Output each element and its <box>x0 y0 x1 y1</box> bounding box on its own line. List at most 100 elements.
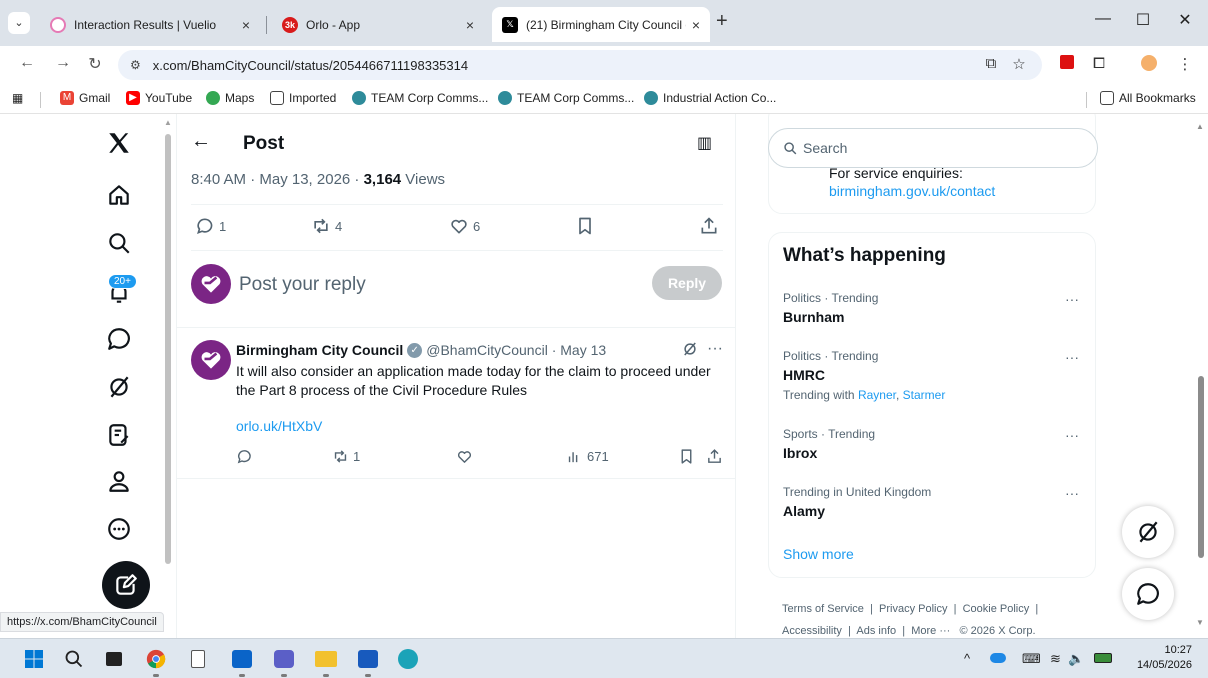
grok-floating-button[interactable] <box>1122 506 1174 558</box>
profile-avatar-icon[interactable] <box>1138 55 1160 75</box>
messages-floating-button[interactable] <box>1122 568 1174 620</box>
reload-icon[interactable]: ↻ <box>84 54 106 74</box>
footer-link[interactable]: Ads info <box>856 625 896 637</box>
back-icon[interactable]: ← <box>16 54 38 72</box>
trend-item[interactable]: Trending in United Kingdom Alamy ··· <box>783 485 1083 519</box>
bookmark-action[interactable] <box>575 216 599 236</box>
install-app-icon[interactable]: ⧉ <box>980 55 1002 72</box>
grok-icon[interactable] <box>104 372 134 402</box>
volume-icon[interactable]: 🔈 <box>1068 651 1084 667</box>
search-icon[interactable] <box>62 647 86 671</box>
footer-link[interactable]: Terms of Service <box>782 603 864 615</box>
back-arrow-icon[interactable]: ← <box>191 130 211 153</box>
tab-search-icon[interactable]: ⌄ <box>8 12 30 34</box>
bookmark-imported[interactable]: Imported <box>270 91 336 105</box>
bookmark-team-corp-comms-2[interactable]: TEAM Corp Comms... <box>498 91 634 105</box>
system-clock[interactable]: 10:27 14/05/2026 <box>1128 643 1192 673</box>
footer-link[interactable]: Accessibility <box>782 625 842 637</box>
more-icon[interactable]: ··· <box>1065 349 1079 365</box>
tweet-link[interactable]: orlo.uk/HtXbV <box>236 418 322 434</box>
footer-link[interactable]: More ··· <box>911 625 950 637</box>
reply-action[interactable]: 1 <box>195 216 226 236</box>
search-input[interactable]: Search <box>768 128 1098 168</box>
reader-mode-icon[interactable]: ▥ <box>697 133 712 153</box>
pdf-extension-icon[interactable] <box>1056 55 1078 73</box>
home-icon[interactable] <box>104 180 134 210</box>
more-icon[interactable]: ··· <box>707 340 723 358</box>
bookmark-youtube[interactable]: ▶ YouTube <box>126 91 192 105</box>
council-avatar-icon[interactable] <box>191 340 231 380</box>
bookmark-team-corp-comms-1[interactable]: TEAM Corp Comms... <box>352 91 488 105</box>
footer-link[interactable]: Privacy Policy <box>879 603 947 615</box>
trend-item[interactable]: Politics · Trending HMRC Trending with R… <box>783 349 1083 402</box>
grok-explain-icon[interactable] <box>681 340 699 363</box>
scroll-down-icon[interactable]: ▼ <box>1196 618 1204 627</box>
extensions-icon[interactable]: ⧠ <box>1088 55 1110 72</box>
file-icon[interactable] <box>186 647 210 671</box>
lists-icon[interactable] <box>104 420 134 450</box>
repost-action[interactable]: 4 <box>311 216 342 236</box>
like-action[interactable]: 6 <box>449 216 480 236</box>
trend-with-link[interactable]: Starmer <box>903 388 946 402</box>
messages-icon[interactable] <box>104 324 134 354</box>
start-icon[interactable] <box>22 647 46 671</box>
wifi-icon[interactable]: ≋ <box>1050 651 1061 667</box>
reply-input[interactable]: Post your reply <box>239 274 366 296</box>
show-more-link[interactable]: Show more <box>783 546 854 562</box>
address-bar[interactable]: ⚙ x.com/BhamCityCouncil/status/205446671… <box>118 50 1042 80</box>
minimize-icon[interactable]: — <box>1088 10 1118 28</box>
all-bookmarks-button[interactable]: All Bookmarks <box>1100 91 1196 105</box>
teams-icon[interactable] <box>272 647 296 677</box>
tab-close-icon[interactable]: × <box>242 17 250 33</box>
author-handle[interactable]: @BhamCityCouncil · May 13 <box>426 342 606 358</box>
site-info-icon[interactable]: ⚙ <box>130 58 141 72</box>
apps-icon[interactable]: ▦ <box>12 91 23 105</box>
bookmark-gmail[interactable]: M Gmail <box>60 91 110 105</box>
more-icon[interactable]: ··· <box>1065 291 1079 307</box>
more-icon[interactable]: ··· <box>1065 427 1079 443</box>
bookmark-maps[interactable]: Maps <box>206 91 254 105</box>
tab-birmingham-x[interactable]: 𝕏 (21) Birmingham City Council on × <box>492 7 710 42</box>
bookmark-action[interactable] <box>678 448 699 465</box>
show-hidden-icons-icon[interactable]: ^ <box>964 651 970 666</box>
trend-with-link[interactable]: Rayner <box>858 388 896 402</box>
reply-action[interactable] <box>236 448 257 465</box>
tab-orlo[interactable]: 3k Orlo - App × <box>272 7 484 42</box>
author-name[interactable]: Birmingham City Council <box>236 342 403 358</box>
keyboard-icon[interactable]: ⌨ <box>1022 651 1041 667</box>
page-scrollbar[interactable]: ▲ ▼ <box>1196 118 1206 634</box>
scroll-thumb[interactable] <box>1198 376 1204 558</box>
footer-link[interactable]: Cookie Policy <box>963 603 1030 615</box>
chrome-icon[interactable] <box>144 647 168 677</box>
compose-post-button[interactable] <box>102 561 150 609</box>
bookmark-star-icon[interactable]: ☆ <box>1008 55 1030 73</box>
scroll-up-icon[interactable]: ▲ <box>1196 122 1204 131</box>
contact-link[interactable]: birmingham.gov.uk/contact <box>829 183 995 199</box>
more-options-icon[interactable] <box>104 514 134 544</box>
left-scrollbar[interactable]: ▲ <box>164 118 172 638</box>
outlook-icon[interactable] <box>230 647 254 677</box>
trend-item[interactable]: Politics · Trending Burnham ··· <box>783 291 1083 325</box>
word-icon[interactable] <box>356 647 380 677</box>
bookmark-industrial-action[interactable]: Industrial Action Co... <box>644 91 776 105</box>
close-window-icon[interactable]: ✕ <box>1170 10 1200 30</box>
profile-icon[interactable] <box>104 466 134 496</box>
like-action[interactable] <box>456 448 477 465</box>
share-action[interactable] <box>706 448 727 465</box>
views-action[interactable]: 671 <box>566 448 609 465</box>
tab-vuelio[interactable]: Interaction Results | Vuelio × <box>40 7 260 42</box>
tab-close-icon[interactable]: × <box>692 17 700 33</box>
x-logo-icon[interactable] <box>104 128 134 158</box>
scroll-up-icon[interactable]: ▲ <box>164 118 172 127</box>
task-view-icon[interactable] <box>102 647 126 671</box>
explore-icon[interactable] <box>104 228 134 258</box>
new-tab-button[interactable]: + <box>716 10 728 33</box>
share-action[interactable] <box>699 216 723 236</box>
more-icon[interactable]: ··· <box>1065 485 1079 501</box>
edge-icon[interactable] <box>396 647 420 671</box>
scroll-thumb[interactable] <box>165 134 171 564</box>
trend-item[interactable]: Sports · Trending Ibrox ··· <box>783 427 1083 461</box>
battery-icon[interactable] <box>1094 651 1112 666</box>
browser-menu-icon[interactable]: ⋮ <box>1174 55 1196 73</box>
reply-tweet[interactable]: Birmingham City Council ✓ @BhamCityCounc… <box>177 328 735 478</box>
